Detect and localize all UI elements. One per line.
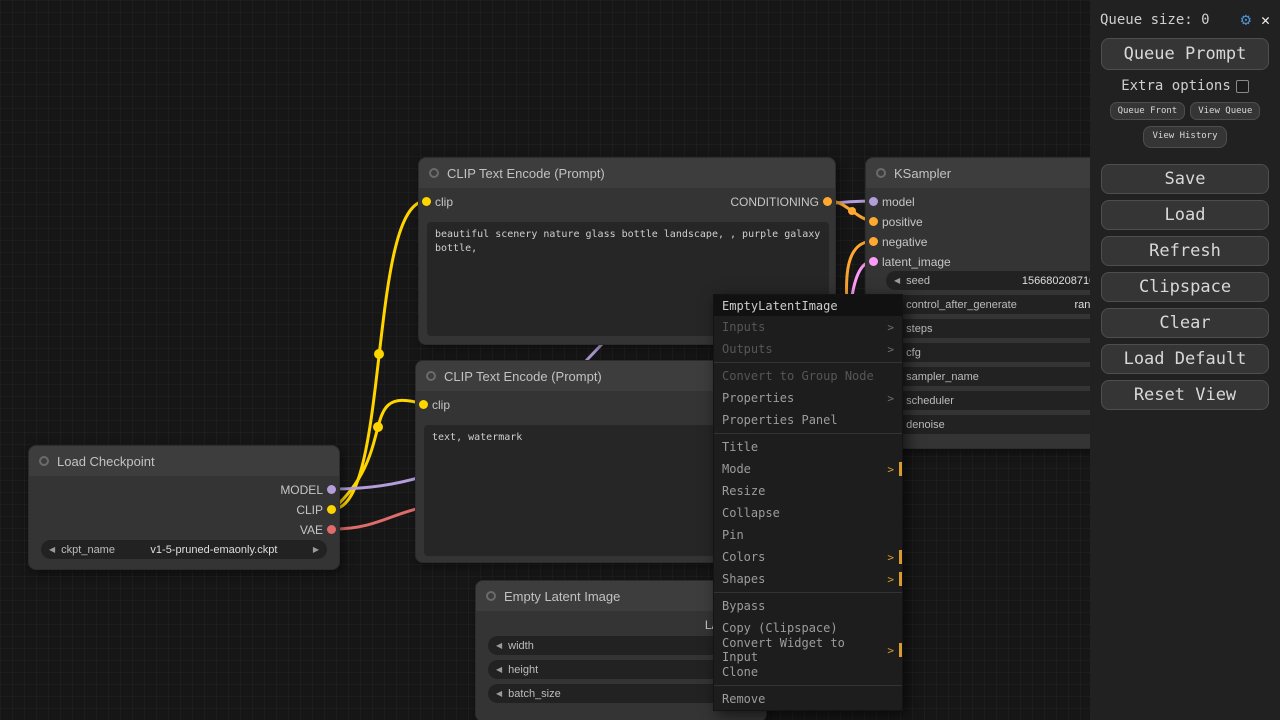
view-queue-button[interactable]: View Queue: [1190, 102, 1261, 120]
close-icon[interactable]: ✕: [1261, 11, 1270, 29]
widget-value: v1-5-pruned-emaonly.ckpt: [150, 543, 278, 556]
port-vae-output[interactable]: [327, 525, 336, 534]
node-title-text: CLIP Text Encode (Prompt): [444, 368, 602, 384]
collapse-dot-icon[interactable]: [429, 168, 439, 178]
context-menu: EmptyLatentImage Inputs > Outputs > Conv…: [713, 294, 903, 711]
arrow-right-icon[interactable]: ▶: [313, 545, 319, 554]
menu-item-collapse[interactable]: Collapse: [714, 502, 902, 524]
context-menu-title: EmptyLatentImage: [714, 295, 902, 316]
link-dot: [374, 349, 384, 359]
menu-item-outputs: Outputs >: [722, 342, 894, 356]
submenu-arrow-icon: >: [887, 550, 894, 564]
slot-row: clip CONDITIONING: [435, 195, 819, 209]
menu-item-convert-to-group-node: Convert to Group Node: [722, 369, 874, 383]
settings-gear-icon[interactable]: ⚙: [1241, 10, 1251, 30]
submenu-arrow-icon: >: [887, 391, 894, 405]
output-slot-clip: CLIP: [296, 503, 323, 517]
ckpt-name-widget[interactable]: ◀ ckpt_name v1-5-pruned-emaonly.ckpt ▶: [41, 540, 327, 559]
collapse-dot-icon[interactable]: [39, 456, 49, 466]
menu-item-convert-widget-to-input[interactable]: Convert Widget to Input >: [714, 636, 902, 664]
view-history-button[interactable]: View History: [1143, 126, 1227, 148]
clipspace-button[interactable]: Clipspace: [1101, 271, 1269, 302]
menu-item-properties[interactable]: Properties >: [714, 387, 902, 409]
menu-item-title[interactable]: Title: [714, 436, 902, 458]
extra-options-label: Extra options: [1121, 78, 1231, 94]
collapse-dot-icon[interactable]: [426, 371, 436, 381]
menu-item-pin[interactable]: Pin: [714, 524, 902, 546]
app-root: Load Checkpoint MODEL CLIP VAE ◀ ckpt_na…: [0, 0, 1280, 720]
menu-item-inputs: Inputs >: [722, 320, 894, 334]
link-dot: [848, 207, 856, 215]
queue-front-button[interactable]: Queue Front: [1109, 102, 1186, 120]
submenu-arrow-icon: >: [887, 643, 894, 657]
port-model-input[interactable]: [869, 197, 878, 206]
refresh-button[interactable]: Refresh: [1101, 235, 1269, 266]
save-button[interactable]: Save: [1101, 163, 1269, 194]
submenu-arrow-icon: >: [887, 572, 894, 586]
port-negative-input[interactable]: [869, 237, 878, 246]
extra-options-row: Extra options: [1090, 78, 1280, 94]
queue-buttons-row: Queue Front View Queue: [1090, 102, 1280, 120]
arrow-left-icon[interactable]: ◀: [49, 545, 55, 554]
port-clip-input[interactable]: [422, 197, 431, 206]
node-title-text: Load Checkpoint: [57, 453, 155, 469]
load-button[interactable]: Load: [1101, 199, 1269, 230]
menu-item-colors[interactable]: Colors >: [714, 546, 902, 568]
output-slot-vae: VAE: [299, 523, 323, 537]
submenu-arrow-icon: >: [887, 462, 894, 476]
menu-item-bypass[interactable]: Bypass: [714, 595, 902, 617]
sidebar-topbar: Queue size: 0 ⚙ ✕: [1090, 0, 1280, 36]
wire-clip-to-negative: [331, 398, 425, 511]
port-conditioning-output[interactable]: [823, 197, 832, 206]
extra-options-checkbox[interactable]: [1235, 79, 1249, 93]
clear-button[interactable]: Clear: [1101, 307, 1269, 338]
menu-item-remove[interactable]: Remove: [714, 688, 902, 710]
menu-item-properties-panel[interactable]: Properties Panel: [714, 409, 902, 431]
node-title-bar[interactable]: CLIP Text Encode (Prompt): [419, 158, 835, 188]
node-editor-canvas[interactable]: Load Checkpoint MODEL CLIP VAE ◀ ckpt_na…: [0, 0, 1280, 720]
node-title-text: KSampler: [894, 165, 952, 181]
queue-prompt-button[interactable]: Queue Prompt: [1101, 38, 1269, 70]
node-title-text: Empty Latent Image: [504, 588, 621, 604]
port-model-output[interactable]: [327, 485, 336, 494]
wire-clip-to-positive: [331, 199, 428, 511]
queue-size-label: Queue size: 0: [1100, 12, 1210, 28]
submenu-arrow-icon: >: [887, 320, 894, 334]
node-title-bar[interactable]: Load Checkpoint: [29, 446, 339, 476]
output-slot-model: MODEL: [280, 483, 323, 497]
arrow-left-icon[interactable]: ◀: [496, 665, 502, 674]
menu-item-clone[interactable]: Clone: [714, 661, 902, 683]
menu-item-shapes[interactable]: Shapes >: [714, 568, 902, 590]
load-default-button[interactable]: Load Default: [1101, 343, 1269, 374]
node-title-text: CLIP Text Encode (Prompt): [447, 165, 605, 181]
collapse-dot-icon[interactable]: [876, 168, 886, 178]
port-positive-input[interactable]: [869, 217, 878, 226]
queue-sidebar: Queue size: 0 ⚙ ✕ Queue Prompt Extra opt…: [1090, 0, 1280, 720]
port-clip-input[interactable]: [419, 400, 428, 409]
reset-view-button[interactable]: Reset View: [1101, 379, 1269, 410]
menu-item-mode[interactable]: Mode >: [714, 458, 902, 480]
arrow-left-icon[interactable]: ◀: [496, 689, 502, 698]
collapse-dot-icon[interactable]: [486, 591, 496, 601]
widget-label: ckpt_name: [61, 543, 115, 556]
arrow-left-icon[interactable]: ◀: [894, 276, 900, 285]
node-load-checkpoint[interactable]: Load Checkpoint MODEL CLIP VAE ◀ ckpt_na…: [28, 445, 340, 570]
link-dot: [373, 422, 383, 432]
port-latent-image-input[interactable]: [869, 257, 878, 266]
port-clip-output[interactable]: [327, 505, 336, 514]
menu-item-resize[interactable]: Resize: [714, 480, 902, 502]
arrow-left-icon[interactable]: ◀: [496, 641, 502, 650]
submenu-arrow-icon: >: [887, 342, 894, 356]
